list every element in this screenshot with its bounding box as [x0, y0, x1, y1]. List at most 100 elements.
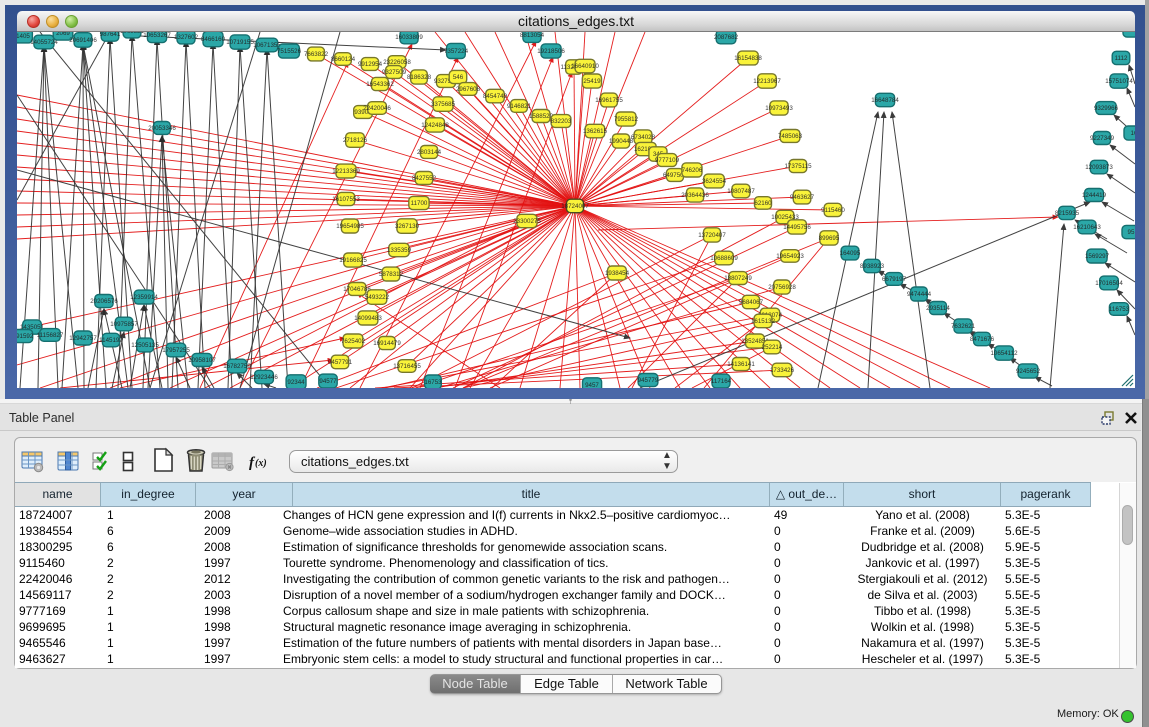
svg-text:16: 16 — [1131, 130, 1135, 137]
svg-text:8454749: 8454749 — [483, 93, 508, 100]
svg-text:20756928: 20756928 — [768, 284, 796, 291]
svg-text:20691406: 20691406 — [69, 37, 97, 44]
svg-text:899695: 899695 — [819, 235, 840, 242]
svg-text:10807487: 10807487 — [727, 188, 755, 195]
svg-text:18724007: 18724007 — [561, 203, 589, 210]
svg-text:10654112: 10654112 — [990, 350, 1018, 357]
svg-text:8186328: 8186328 — [407, 74, 432, 81]
svg-text:5878312: 5878312 — [379, 271, 404, 278]
svg-text:2803144: 2803144 — [417, 149, 442, 156]
svg-text:1615132: 1615132 — [751, 318, 776, 325]
svg-text:6679197: 6679197 — [882, 276, 907, 283]
svg-text:9684067: 9684067 — [739, 299, 764, 306]
svg-text:987641: 987641 — [100, 32, 121, 38]
svg-text:83: 83 — [1130, 32, 1135, 34]
svg-text:12213369: 12213369 — [332, 168, 360, 175]
svg-text:1145192: 1145192 — [99, 337, 123, 344]
svg-text:1938454: 1938454 — [605, 270, 630, 277]
svg-text:12923446: 12923446 — [250, 374, 278, 381]
svg-text:16782759: 16782759 — [223, 363, 251, 370]
svg-text:10653267: 10653267 — [143, 32, 171, 39]
svg-text:7955812: 7955812 — [614, 116, 639, 123]
svg-text:2935114: 2935114 — [926, 305, 950, 312]
svg-text:11156827: 11156827 — [37, 332, 64, 339]
svg-text:22420046: 22420046 — [363, 105, 391, 112]
svg-text:16914479: 16914479 — [373, 340, 401, 347]
svg-text:116753: 116753 — [1109, 306, 1130, 313]
svg-text:92344: 92344 — [287, 379, 305, 386]
svg-text:7357224: 7357224 — [444, 48, 469, 55]
svg-text:12505135: 12505135 — [131, 342, 159, 349]
svg-text:10688609: 10688609 — [710, 255, 738, 262]
svg-text:2718126: 2718126 — [343, 137, 368, 144]
svg-text:8427552: 8427552 — [412, 175, 437, 182]
svg-text:12213967: 12213967 — [753, 78, 781, 85]
svg-text:3375685: 3375685 — [431, 101, 456, 108]
svg-text:25419: 25419 — [583, 78, 601, 85]
svg-text:7485063: 7485063 — [778, 133, 803, 140]
svg-text:1405: 1405 — [17, 33, 30, 40]
svg-text:1112: 1112 — [1115, 55, 1128, 62]
svg-text:164095: 164095 — [840, 250, 861, 257]
svg-text:12359914: 12359914 — [130, 294, 158, 301]
svg-text:832203: 832203 — [551, 118, 572, 125]
svg-text:12942757: 12942757 — [69, 335, 97, 342]
svg-text:9227349: 9227349 — [1090, 135, 1115, 142]
svg-text:19218506: 19218506 — [537, 48, 565, 55]
svg-text:1244419: 1244419 — [1082, 192, 1107, 199]
svg-text:14099483: 14099483 — [354, 315, 382, 322]
svg-text:10719155: 10719155 — [226, 39, 254, 46]
svg-text:14495756: 14495756 — [783, 224, 811, 231]
svg-text:(x): (x) — [255, 458, 267, 469]
svg-text:1065321: 1065321 — [120, 32, 145, 35]
svg-text:23300275: 23300275 — [513, 218, 541, 225]
svg-text:16648784: 16648784 — [871, 97, 899, 104]
svg-text:117164: 117164 — [711, 378, 732, 385]
svg-text:9457: 9457 — [585, 382, 599, 388]
svg-text:14055724: 14055724 — [30, 39, 58, 46]
svg-text:1569297: 1569297 — [1085, 253, 1110, 260]
svg-text:9912954: 9912954 — [358, 61, 383, 68]
svg-text:9474444: 9474444 — [907, 291, 932, 298]
svg-text:8215935: 8215935 — [1055, 210, 1080, 217]
svg-text:9329966: 9329966 — [1094, 105, 1119, 112]
svg-text:9457791: 9457791 — [328, 359, 353, 366]
svg-text:16640910: 16640910 — [571, 63, 599, 70]
svg-text:546: 546 — [453, 74, 464, 81]
svg-text:6734028: 6734028 — [631, 134, 656, 141]
svg-text:8471676: 8471676 — [970, 336, 995, 343]
svg-text:1733426: 1733426 — [770, 367, 795, 374]
svg-text:8938923: 8938923 — [860, 263, 885, 270]
svg-text:8813054: 8813054 — [520, 32, 545, 39]
svg-text:391592: 391592 — [17, 333, 34, 340]
svg-text:2087682: 2087682 — [714, 34, 739, 41]
svg-text:945779: 945779 — [638, 377, 659, 384]
svg-text:14136141: 14136141 — [727, 361, 755, 368]
svg-text:10958107: 10958107 — [188, 357, 216, 364]
svg-text:11700: 11700 — [411, 200, 428, 207]
svg-text:18807249: 18807249 — [724, 275, 752, 282]
svg-text:19654985: 19654985 — [336, 223, 364, 230]
svg-text:8466160: 8466160 — [201, 36, 226, 43]
svg-text:20206576: 20206576 — [90, 298, 118, 305]
svg-text:16753: 16753 — [424, 379, 442, 386]
svg-text:1362615: 1362615 — [583, 128, 608, 135]
svg-text:9245652: 9245652 — [1016, 368, 1041, 375]
svg-text:9777109: 9777109 — [655, 157, 680, 164]
svg-text:19654923: 19654923 — [776, 253, 804, 260]
svg-text:20053346: 20053346 — [148, 125, 176, 132]
svg-text:12424848: 12424848 — [421, 122, 449, 129]
svg-text:9115460: 9115460 — [821, 207, 845, 214]
svg-text:1335359: 1335359 — [387, 247, 412, 254]
svg-text:10973493: 10973493 — [765, 105, 793, 112]
svg-text:3624554: 3624554 — [702, 178, 727, 185]
svg-text:9463627: 9463627 — [790, 194, 815, 201]
svg-text:746206: 746206 — [682, 167, 703, 174]
svg-text:1327602: 1327602 — [174, 34, 199, 41]
svg-text:2967608: 2967608 — [456, 86, 481, 93]
svg-text:16543362: 16543362 — [366, 81, 394, 88]
svg-text:12093873: 12093873 — [1085, 164, 1113, 171]
svg-text:16961755: 16961755 — [595, 97, 623, 104]
svg-text:95: 95 — [1128, 229, 1135, 236]
svg-text:62160: 62160 — [754, 200, 772, 207]
